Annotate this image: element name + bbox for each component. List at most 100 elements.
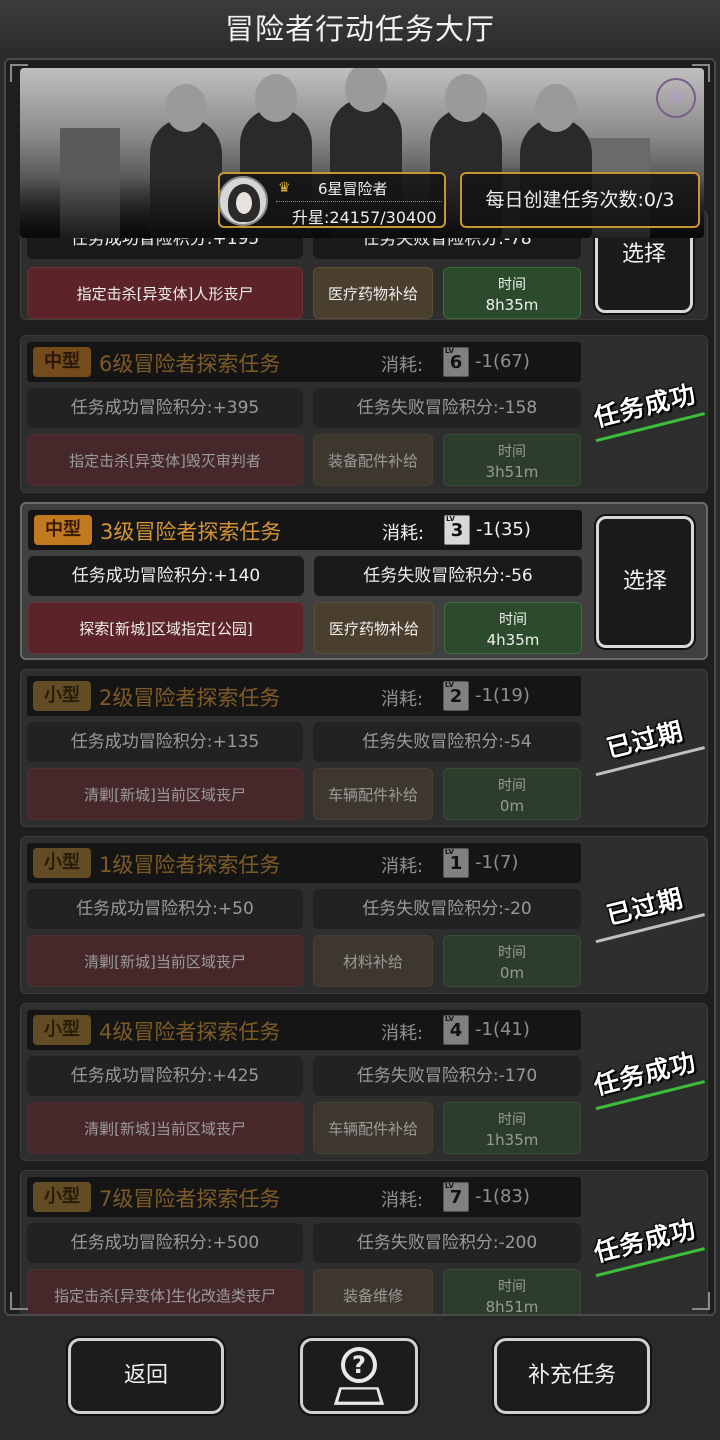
- success-score: 任务成功冒险积分:+140: [28, 556, 304, 596]
- time-value: 0m: [499, 797, 525, 815]
- task-header: 小型 7级冒险者探索任务 消耗: 7 -1(83): [27, 1177, 581, 1217]
- task-header: 小型 4级冒险者探索任务 消耗: 4 -1(41): [27, 1010, 581, 1050]
- success-score: 任务成功冒险积分:+135: [27, 722, 303, 762]
- cost-value: -1(35): [476, 519, 531, 540]
- avatar: [218, 176, 268, 226]
- cost-label: 消耗:: [381, 1190, 424, 1211]
- task-size-badge: 中型: [34, 515, 92, 545]
- task-header: 小型 1级冒险者探索任务 消耗: 1 -1(7): [27, 843, 581, 883]
- cost-label: 消耗:: [381, 689, 424, 710]
- fail-score: 任务失败冒险积分:-56: [314, 556, 582, 596]
- task-size-badge: 小型: [33, 1015, 91, 1045]
- task-time: 时间 8h51m: [443, 1269, 581, 1314]
- task-header: 小型 2级冒险者探索任务 消耗: 2 -1(19): [27, 676, 581, 716]
- task-target: 清剿[新城]当前区域丧尸: [27, 1102, 303, 1154]
- time-label: 时间: [498, 1279, 526, 1295]
- time-label: 时间: [498, 1112, 526, 1128]
- level-card-icon: 2: [443, 680, 469, 711]
- fail-score: 任务失败冒险积分:-20: [313, 889, 581, 929]
- task-size-badge: 中型: [33, 347, 91, 377]
- success-stamp: 任务成功: [582, 372, 712, 455]
- time-label: 时间: [498, 945, 526, 961]
- task-title: 6级冒险者探索任务: [99, 352, 281, 376]
- cost-value: -1(83): [475, 1186, 530, 1207]
- title-bar: 冒险者行动任务大厅: [0, 0, 720, 58]
- task-reward: 装备配件补给: [313, 434, 433, 486]
- task-target: 指定击杀[异变体]人形丧尸: [27, 267, 303, 319]
- frame-corner: [10, 1292, 28, 1310]
- task-card[interactable]: 小型 7级冒险者探索任务 消耗: 7 -1(83) 任务成功冒险积分:+500任务失败冒险…: [20, 1170, 708, 1314]
- time-value: 8h35m: [485, 296, 539, 314]
- fail-score: 任务失败冒险积分:-200: [313, 1223, 581, 1263]
- level-card-icon: 3: [444, 514, 470, 545]
- task-time: 时间 0m: [443, 935, 581, 987]
- task-card[interactable]: 中型 3级冒险者探索任务 消耗: 3 -1(35) 任务成功冒险积分:+140任务失败冒险…: [20, 502, 708, 660]
- level-card-icon: 4: [443, 1014, 469, 1045]
- task-time: 时间 0m: [443, 768, 581, 820]
- cost-label: 消耗:: [382, 523, 425, 544]
- task-card[interactable]: 小型 2级冒险者探索任务 消耗: 2 -1(19) 任务成功冒险积分:+135任务失败冒险…: [20, 669, 708, 827]
- task-size-badge: 小型: [33, 681, 91, 711]
- rank-name: 6星冒险者: [318, 180, 388, 198]
- level-card-icon: 6: [443, 346, 469, 377]
- page-title: 冒险者行动任务大厅: [224, 12, 495, 46]
- cost-value: -1(67): [475, 351, 530, 372]
- success-stamp: 任务成功: [582, 1040, 712, 1123]
- success-stamp: 任务成功: [582, 1207, 712, 1290]
- task-card[interactable]: 中型 6级冒险者探索任务 消耗: 6 -1(67) 任务成功冒险积分:+395任务失败冒险…: [20, 335, 708, 493]
- task-title: 3级冒险者探索任务: [100, 520, 282, 544]
- time-label: 时间: [498, 444, 526, 460]
- rank-panel: ♛ 6星冒险者 升星:24157/30400: [218, 172, 446, 228]
- cost-value: -1(7): [475, 852, 519, 873]
- task-target: 指定击杀[异变体]毁灭审判者: [27, 434, 303, 486]
- cost-label: 消耗:: [381, 856, 424, 877]
- daily-task-count: 每日创建任务次数:0/3: [460, 172, 700, 228]
- cost-value: -1(19): [475, 685, 530, 706]
- task-list[interactable]: 任务成功冒险积分:+195 任务失败冒险积分:-78 指定击杀[异变体]人形丧尸 医疗…: [6, 60, 714, 1314]
- task-title: 4级冒险者探索任务: [99, 1020, 281, 1044]
- cost-label: 消耗:: [381, 1023, 424, 1044]
- expired-stamp: 已过期: [582, 706, 712, 789]
- time-value: 0m: [499, 964, 525, 982]
- time-label: 时间: [498, 778, 526, 794]
- task-time: 时间 1h35m: [443, 1102, 581, 1154]
- success-score: 任务成功冒险积分:+500: [27, 1223, 303, 1263]
- task-target: 清剿[新城]当前区域丧尸: [27, 935, 303, 987]
- task-time: 时间 8h35m: [443, 267, 581, 319]
- task-card[interactable]: 小型 4级冒险者探索任务 消耗: 4 -1(41) 任务成功冒险积分:+425任务失败冒险…: [20, 1003, 708, 1161]
- task-header: 中型 3级冒险者探索任务 消耗: 3 -1(35): [28, 510, 582, 550]
- success-score: 任务成功冒险积分:+50: [27, 889, 303, 929]
- frame-corner: [692, 64, 710, 82]
- task-target: 探索[新城]区域指定[公园]: [28, 602, 304, 654]
- crown-icon: ♛: [278, 180, 291, 196]
- back-button[interactable]: 返回: [68, 1338, 224, 1414]
- task-target: 清剿[新城]当前区域丧尸: [27, 768, 303, 820]
- task-reward: 医疗药物补给: [314, 602, 434, 654]
- help-button[interactable]: ?: [300, 1338, 418, 1414]
- task-reward: 车辆配件补给: [313, 1102, 433, 1154]
- time-value: 8h51m: [485, 1298, 539, 1314]
- task-reward: 医疗药物补给: [313, 267, 433, 319]
- time-label: 时间: [499, 612, 527, 628]
- success-score: 任务成功冒险积分:+395: [27, 388, 303, 428]
- task-reward: 装备维修: [313, 1269, 433, 1314]
- select-button[interactable]: 选择: [596, 516, 694, 648]
- fail-score: 任务失败冒险积分:-158: [313, 388, 581, 428]
- task-size-badge: 小型: [33, 848, 91, 878]
- task-title: 2级冒险者探索任务: [99, 686, 281, 710]
- expired-stamp: 已过期: [582, 873, 712, 956]
- fail-score: 任务失败冒险积分:-54: [313, 722, 581, 762]
- faction-emblem-icon: ⚛: [656, 78, 696, 118]
- task-header: 中型 6级冒险者探索任务 消耗: 6 -1(67): [27, 342, 581, 382]
- task-title: 1级冒险者探索任务: [99, 853, 281, 877]
- cost-label: 消耗:: [381, 355, 424, 376]
- cost-value: -1(41): [475, 1019, 530, 1040]
- task-time: 时间 3h51m: [443, 434, 581, 486]
- task-size-badge: 小型: [33, 1182, 91, 1212]
- time-label: 时间: [498, 277, 526, 293]
- help-question-icon: ?: [333, 1347, 385, 1407]
- refill-tasks-button[interactable]: 补充任务: [494, 1338, 650, 1414]
- task-card[interactable]: 小型 1级冒险者探索任务 消耗: 1 -1(7) 任务成功冒险积分:+50任务失败冒险积分…: [20, 836, 708, 994]
- adventurer-banner: ⚛ ♛ 6星冒险者 升星:24157/30400 每日创建任务次数:0/3: [20, 68, 704, 238]
- success-score: 任务成功冒险积分:+425: [27, 1056, 303, 1096]
